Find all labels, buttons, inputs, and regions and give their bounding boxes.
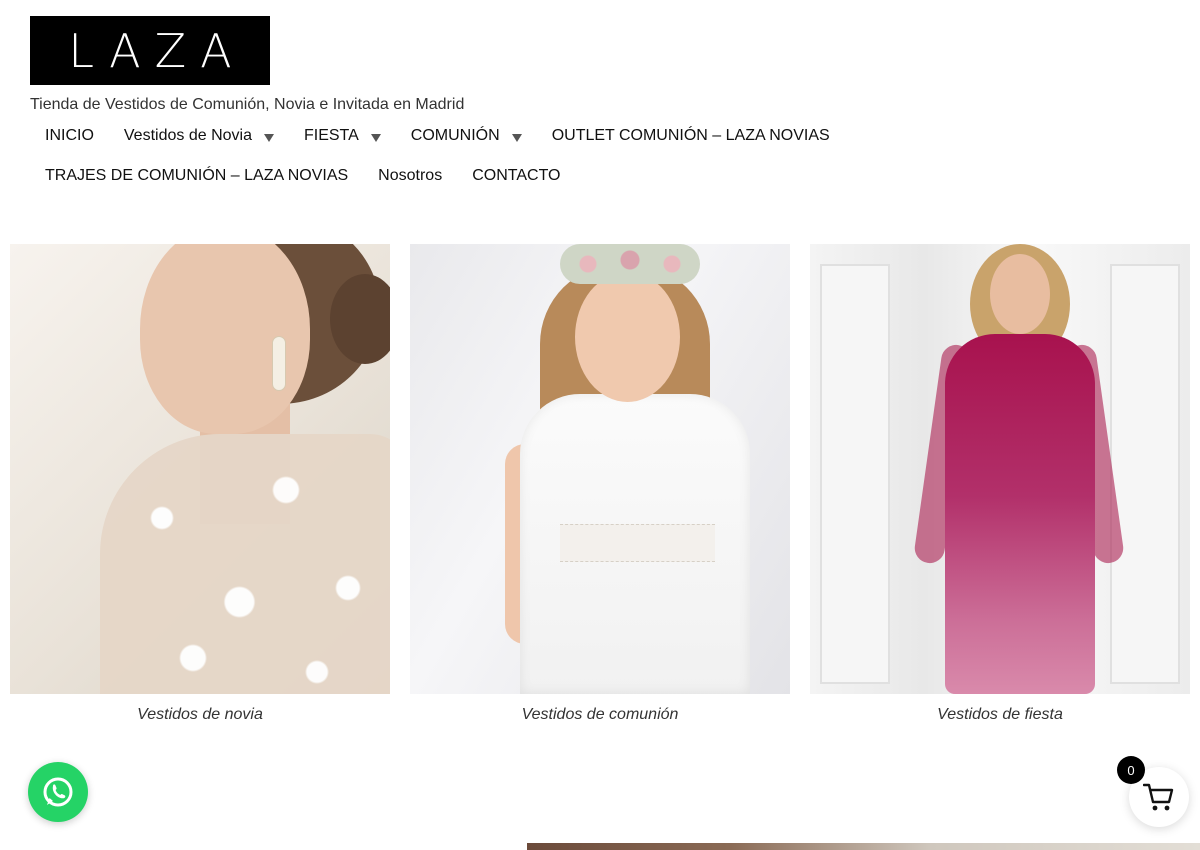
- site-logo[interactable]: LAZA: [30, 16, 270, 85]
- nav-item-label: FIESTA: [303, 127, 359, 144]
- category-card-novia[interactable]: Vestidos de novia: [10, 244, 390, 724]
- nav-item-contacto[interactable]: CONTACTO: [457, 156, 575, 196]
- nav-item-comunion[interactable]: COMUNIÓN: [396, 116, 537, 156]
- nav-row-2: TRAJES DE COMUNIÓN – LAZA NOVIAS Nosotro…: [30, 156, 890, 196]
- party-dress-image[interactable]: [810, 244, 1190, 694]
- nav-item-nosotros[interactable]: Nosotros: [363, 156, 457, 196]
- logo-text: LAZA: [68, 23, 246, 78]
- communion-dress-image[interactable]: [410, 244, 790, 694]
- dropdown-caret-icon: [263, 134, 274, 142]
- nav-item-label: COMUNIÓN: [410, 127, 500, 144]
- cart-count-badge: 0: [1117, 756, 1145, 784]
- nav-item-label: Nosotros: [378, 167, 443, 184]
- dropdown-caret-icon: [370, 134, 381, 142]
- nav-item-label: INICIO: [45, 127, 94, 144]
- category-caption[interactable]: Vestidos de comunión: [410, 706, 790, 724]
- nav-item-outlet-comunion[interactable]: OUTLET COMUNIÓN – LAZA NOVIAS: [537, 116, 845, 156]
- category-caption[interactable]: Vestidos de fiesta: [810, 706, 1190, 724]
- shopping-cart-icon: [1143, 783, 1174, 811]
- nav-row-1: INICIO Vestidos de Novia FIESTA COMUNIÓN…: [30, 116, 890, 156]
- nav-item-label: OUTLET COMUNIÓN – LAZA NOVIAS: [551, 127, 830, 144]
- nav-item-label: Vestidos de Novia: [123, 127, 252, 144]
- next-section-image-edge: [527, 843, 1200, 850]
- site-tagline: Tienda de Vestidos de Comunión, Novia e …: [30, 96, 465, 113]
- category-card-comunion[interactable]: Vestidos de comunión: [410, 244, 790, 724]
- dropdown-caret-icon: [511, 134, 522, 142]
- category-card-fiesta[interactable]: Vestidos de fiesta: [810, 244, 1190, 724]
- nav-item-vestidos-de-novia[interactable]: Vestidos de Novia: [109, 116, 289, 156]
- nav-item-inicio[interactable]: INICIO: [30, 116, 109, 156]
- nav-item-label: TRAJES DE COMUNIÓN – LAZA NOVIAS: [45, 167, 349, 184]
- category-caption[interactable]: Vestidos de novia: [10, 706, 390, 724]
- nav-item-trajes-de-comunion[interactable]: TRAJES DE COMUNIÓN – LAZA NOVIAS: [30, 156, 363, 196]
- whatsapp-icon: [43, 777, 73, 807]
- category-cards: Vestidos de novia Vestidos de comunión V…: [10, 244, 1190, 724]
- whatsapp-button[interactable]: [28, 762, 88, 822]
- bridal-dress-image[interactable]: [10, 244, 390, 694]
- nav-item-fiesta[interactable]: FIESTA: [289, 116, 396, 156]
- nav-item-label: CONTACTO: [472, 167, 561, 184]
- main-navigation: INICIO Vestidos de Novia FIESTA COMUNIÓN…: [30, 116, 890, 196]
